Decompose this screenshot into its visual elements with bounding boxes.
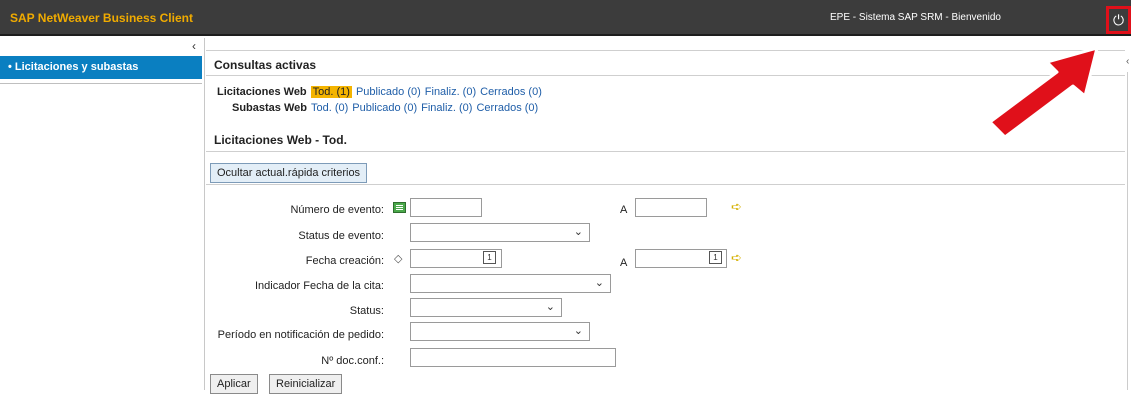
- arrow-right-icon[interactable]: ➪: [731, 250, 742, 266]
- query-label: Subastas Web: [232, 102, 307, 114]
- scroll-left-icon[interactable]: ‹: [1126, 56, 1129, 67]
- order-notification-period-label: Período en notificación de pedido:: [217, 329, 384, 341]
- query-link-closed[interactable]: Cerrados (0): [480, 86, 542, 98]
- query-label: Licitaciones Web: [217, 86, 307, 98]
- to-label: A: [620, 257, 628, 269]
- status-select[interactable]: ⌄: [410, 298, 562, 317]
- power-icon[interactable]: ⏻: [1106, 6, 1131, 34]
- arrow-right-icon[interactable]: ➪: [731, 199, 742, 215]
- divider: [206, 151, 1125, 152]
- query-row-licitaciones: Licitaciones Web Tod. (1) Publicado (0) Fin…: [217, 86, 546, 98]
- query-link-closed[interactable]: Cerrados (0): [476, 102, 538, 114]
- event-number-to-input[interactable]: [635, 198, 707, 217]
- event-number-label: Número de evento:: [290, 204, 384, 216]
- toggle-criteria-button[interactable]: Ocultar actual.rápida criterios: [210, 163, 368, 183]
- reset-button[interactable]: Reinicializar: [269, 374, 343, 394]
- query-link-finalized[interactable]: Finaliz. (0): [425, 86, 476, 98]
- divider: [206, 184, 1125, 185]
- apply-button[interactable]: Aplicar: [210, 374, 258, 394]
- welcome-text: EPE - Sistema SAP SRM - Bienvenido: [830, 12, 1001, 23]
- sidebar: ‹ • Licitaciones y subastas: [0, 38, 205, 390]
- list-title: Licitaciones Web - Tod.: [214, 133, 347, 147]
- query-link-finalized[interactable]: Finaliz. (0): [421, 102, 472, 114]
- chevron-down-icon: ⌄: [594, 277, 604, 289]
- query-link-all[interactable]: Tod. (1): [310, 86, 352, 98]
- confirmation-doc-label: Nº doc.conf.:: [321, 355, 384, 367]
- to-label: A: [620, 204, 628, 216]
- app-title: SAP NetWeaver Business Client: [10, 11, 193, 25]
- chevron-down-icon: ⌄: [573, 325, 583, 337]
- chevron-down-icon: ⌄: [545, 301, 555, 313]
- header-bar: SAP NetWeaver Business Client EPE - Sist…: [0, 0, 1131, 36]
- creation-date-label: Fecha creación:: [305, 255, 384, 267]
- event-status-label: Status de evento:: [298, 230, 384, 242]
- event-status-select[interactable]: ⌄: [410, 223, 590, 242]
- annotation-arrow-icon: [988, 46, 1099, 137]
- appointment-date-indicator-select[interactable]: ⌄: [410, 274, 611, 293]
- calendar-icon[interactable]: 1: [709, 251, 722, 264]
- appointment-date-indicator-label: Indicador Fecha de la cita:: [254, 280, 384, 292]
- event-number-from-input[interactable]: [410, 198, 482, 217]
- query-link-published[interactable]: Publicado (0): [352, 102, 417, 114]
- diamond-icon[interactable]: ◇: [394, 252, 402, 265]
- query-link-all[interactable]: Tod. (0): [311, 102, 348, 114]
- order-notification-period-select[interactable]: ⌄: [410, 322, 590, 341]
- panel-border: [1127, 72, 1128, 390]
- calendar-icon[interactable]: 1: [483, 251, 496, 264]
- query-link-published[interactable]: Publicado (0): [356, 86, 421, 98]
- multiple-selection-icon[interactable]: [393, 202, 406, 213]
- active-queries-title: Consultas activas: [214, 58, 317, 72]
- annotation-arrow-shape: [988, 46, 1099, 137]
- chevron-down-icon: ⌄: [573, 226, 583, 238]
- query-row-subastas: Subastas Web Tod. (0) Publicado (0) Finaliz…: [232, 102, 542, 114]
- confirmation-doc-input[interactable]: [410, 348, 616, 367]
- collapse-sidebar-icon[interactable]: ‹: [192, 39, 196, 53]
- status-label: Status:: [349, 305, 384, 317]
- sidebar-item-licitaciones[interactable]: • Licitaciones y subastas: [0, 56, 202, 79]
- sidebar-divider: [0, 83, 202, 84]
